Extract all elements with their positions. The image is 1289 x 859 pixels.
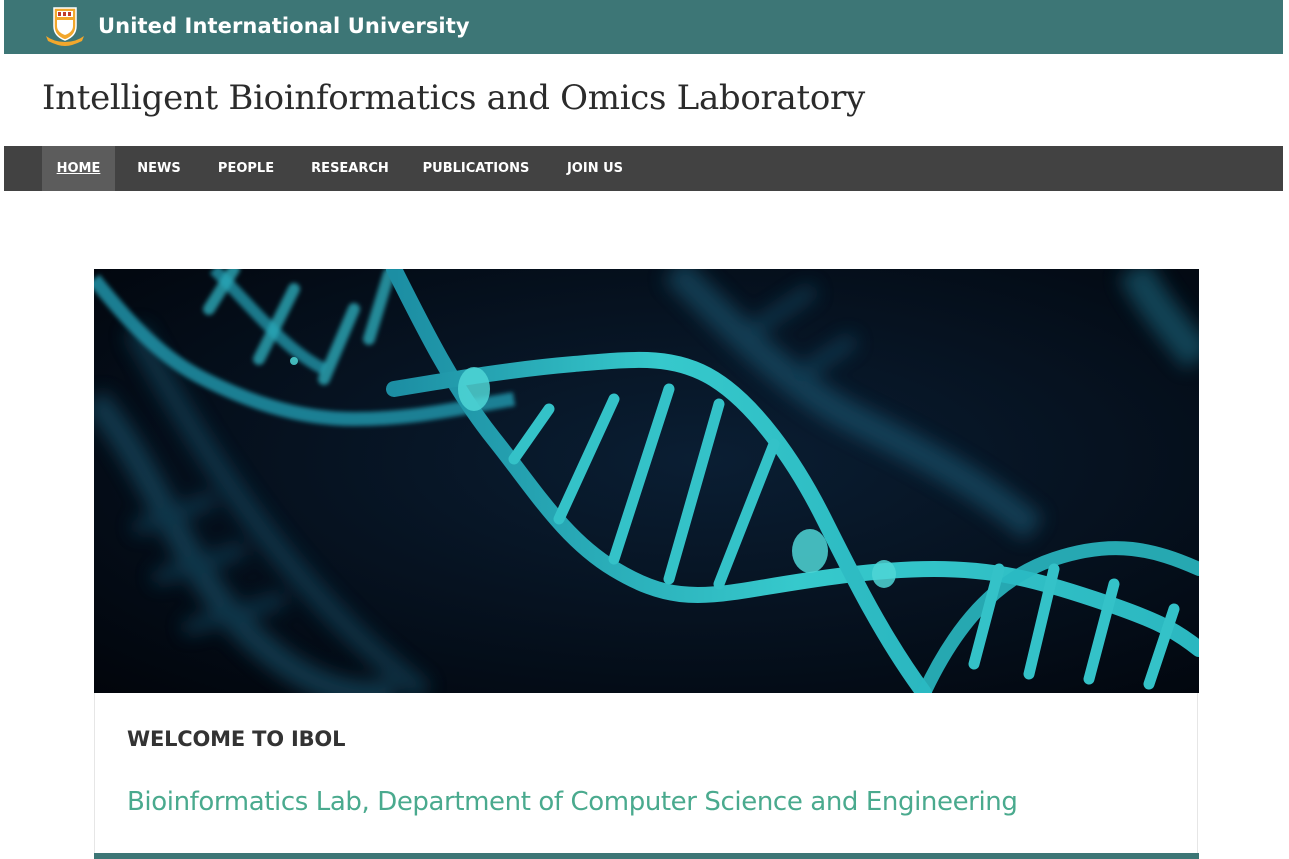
dna-helix-banner bbox=[94, 269, 1199, 693]
card-accent-border bbox=[94, 853, 1199, 859]
site-title[interactable]: Intelligent Bioinformatics and Omics Lab… bbox=[42, 78, 865, 118]
nav-publications[interactable]: PUBLICATIONS bbox=[422, 146, 530, 191]
nav-home[interactable]: HOME bbox=[42, 146, 115, 191]
main-nav: HOME NEWS PEOPLE RESEARCH PUBLICATIONS J… bbox=[4, 146, 1283, 191]
nav-news[interactable]: NEWS bbox=[134, 146, 184, 191]
lab-subtitle: Bioinformatics Lab, Department of Comput… bbox=[127, 787, 1018, 817]
university-name[interactable]: United International University bbox=[98, 14, 470, 38]
university-topbar: United International University bbox=[4, 0, 1283, 54]
welcome-heading: WELCOME TO IBOL bbox=[127, 727, 346, 751]
nav-join-us[interactable]: JOIN US bbox=[562, 146, 628, 191]
nav-people[interactable]: PEOPLE bbox=[215, 146, 277, 191]
nav-research[interactable]: RESEARCH bbox=[309, 146, 391, 191]
university-crest-icon[interactable] bbox=[42, 6, 88, 46]
